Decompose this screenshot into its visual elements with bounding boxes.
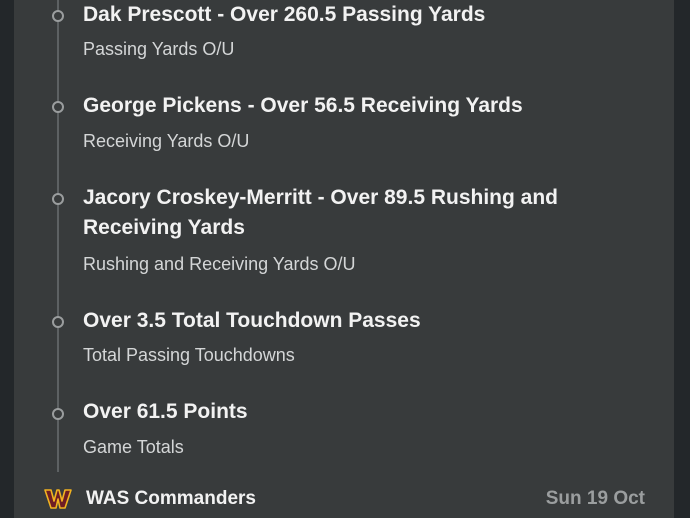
leg-market: Passing Yards O/U	[83, 39, 235, 59]
timeline-node-icon	[52, 316, 64, 328]
event-footer[interactable]: WAS Commanders Sun 19 Oct	[14, 484, 674, 514]
timeline-node-icon	[52, 101, 64, 113]
leg-market: Rushing and Receiving Yards O/U	[83, 254, 356, 274]
team-name: WAS Commanders	[86, 488, 256, 509]
leg-selection: George Pickens - Over 56.5 Receiving Yar…	[83, 94, 523, 117]
leg-market: Game Totals	[83, 437, 184, 457]
timeline-node-icon	[52, 193, 64, 205]
leg-market: Total Passing Touchdowns	[83, 345, 295, 365]
team-logo-icon	[44, 489, 72, 509]
leg-selection: Over 61.5 Points	[83, 400, 248, 423]
leg-selection: Jacory Croskey-Merritt - Over 89.5 Rushi…	[83, 186, 558, 239]
leg-selection: Dak Prescott - Over 260.5 Passing Yards	[83, 3, 486, 26]
timeline-node-icon	[52, 10, 64, 22]
timeline-node-icon	[52, 408, 64, 420]
event-date: Sun 19 Oct	[545, 488, 645, 509]
timeline-line	[57, 0, 59, 472]
bet-card: Dak Prescott - Over 260.5 Passing Yards …	[14, 0, 674, 518]
leg-selection: Over 3.5 Total Touchdown Passes	[83, 309, 421, 332]
leg-market: Receiving Yards O/U	[83, 131, 250, 151]
